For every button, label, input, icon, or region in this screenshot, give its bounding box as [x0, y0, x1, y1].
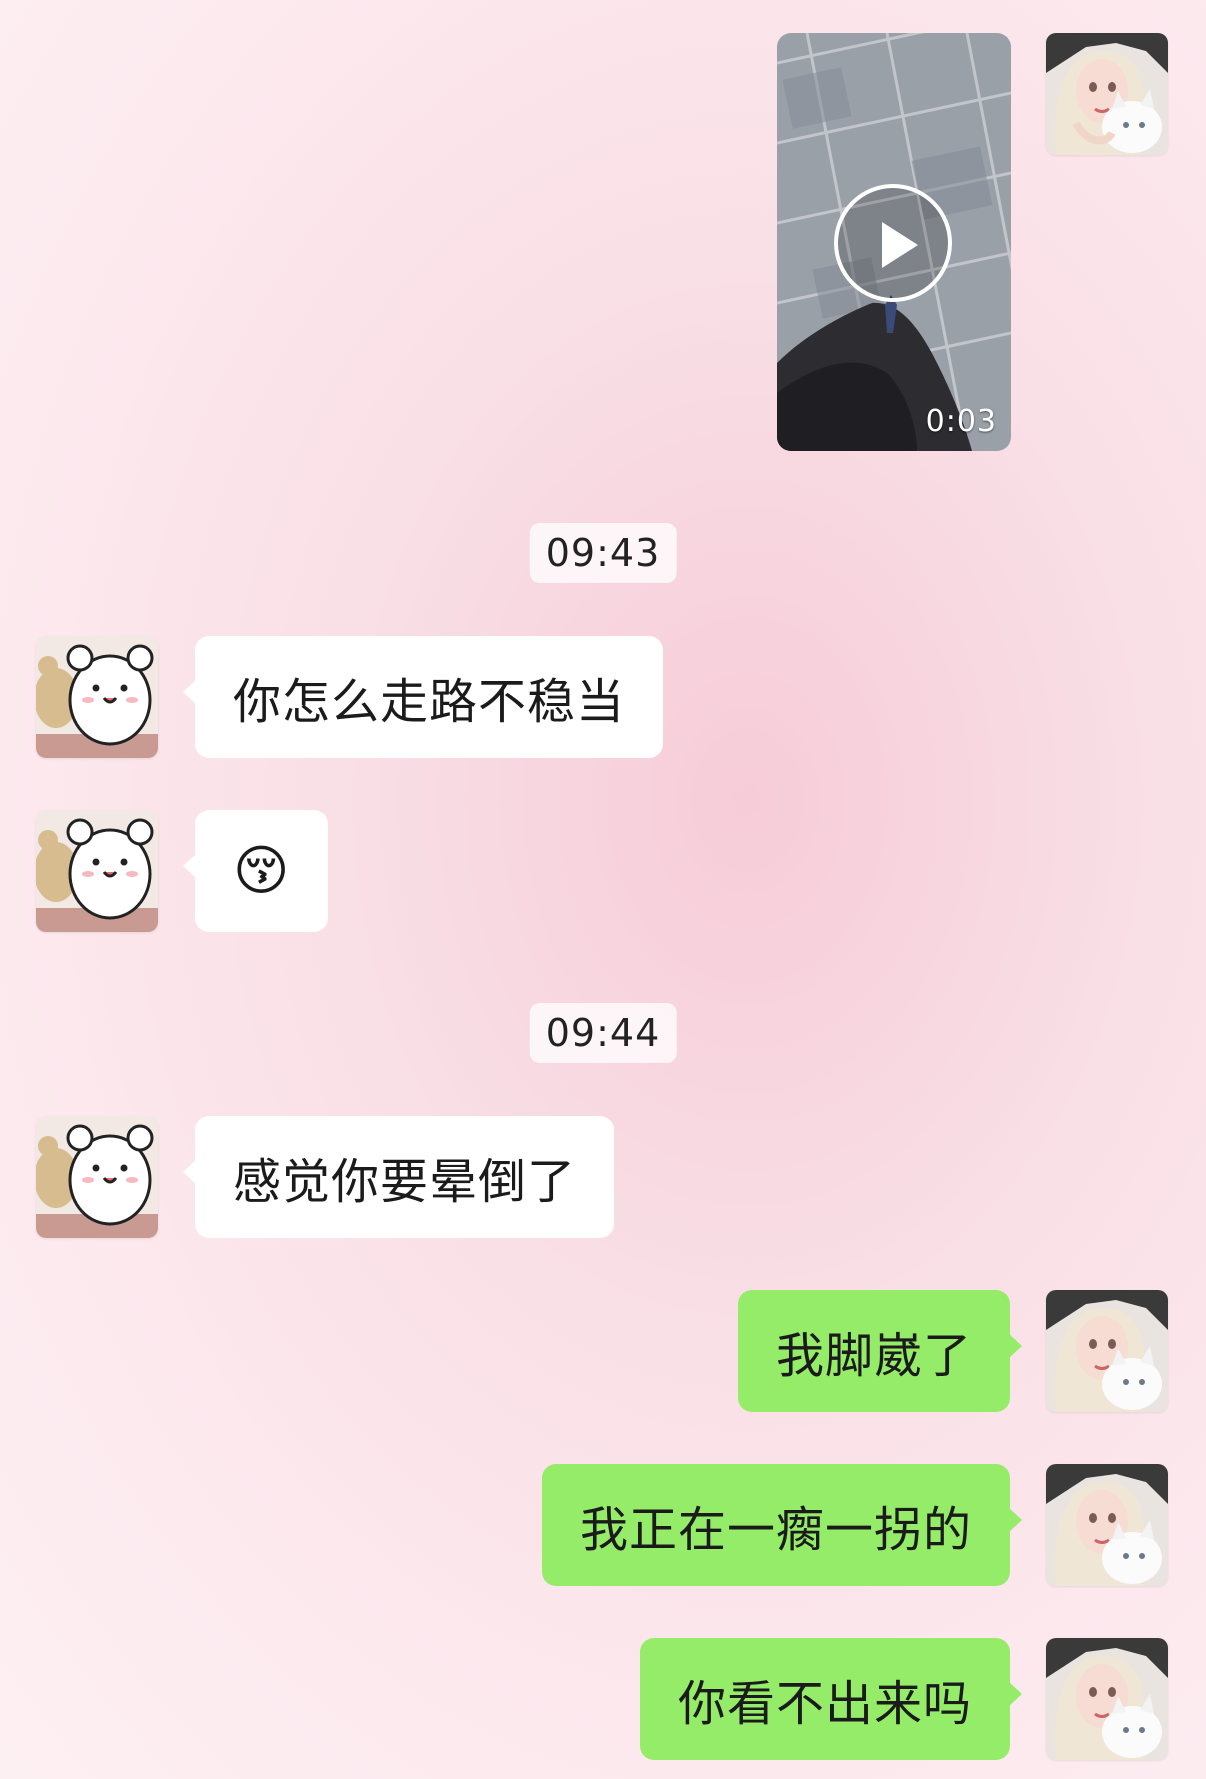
message-text: 感觉你要晕倒了	[233, 1154, 577, 1210]
timestamp: 09:43	[529, 523, 677, 583]
message-text: 我正在一瘸一拐的	[579, 1502, 972, 1558]
self-avatar[interactable]	[1046, 1290, 1168, 1412]
self-avatar[interactable]	[1046, 1464, 1168, 1586]
message-text: 我脚崴了	[775, 1328, 972, 1384]
timestamp: 09:44	[529, 1003, 677, 1063]
chat-window: 0:03 09:43 你怎么走路不稳当 😚 09:44 感觉你要晕倒了 我脚崴了…	[0, 0, 1206, 1779]
message-bubble-received[interactable]: 感觉你要晕倒了	[182, 1116, 615, 1238]
girl-with-cat-avatar-icon	[1046, 1464, 1168, 1586]
message-text: 你看不出来吗	[677, 1676, 972, 1732]
girl-with-cat-avatar-icon	[1046, 33, 1168, 155]
message-bubble-sent[interactable]: 我脚崴了	[737, 1290, 1023, 1412]
play-icon[interactable]	[834, 184, 952, 302]
bear-sticker-avatar-icon	[36, 810, 158, 932]
kissing-face-emoji: 😚	[233, 839, 291, 902]
message-text: 你怎么走路不稳当	[233, 674, 626, 730]
message-bubble-received[interactable]: 你怎么走路不稳当	[182, 636, 664, 758]
bear-sticker-avatar-icon	[36, 636, 158, 758]
message-bubble-received[interactable]: 😚	[182, 810, 329, 932]
message-bubble-sent[interactable]: 你看不出来吗	[639, 1638, 1023, 1760]
self-avatar[interactable]	[1046, 1638, 1168, 1760]
video-message[interactable]: 0:03	[777, 33, 1011, 451]
girl-with-cat-avatar-icon	[1046, 1638, 1168, 1760]
contact-avatar[interactable]	[36, 1116, 158, 1238]
message-bubble-sent[interactable]: 我正在一瘸一拐的	[541, 1464, 1023, 1586]
bear-sticker-avatar-icon	[36, 1116, 158, 1238]
video-duration: 0:03	[925, 404, 997, 439]
self-avatar[interactable]	[1046, 33, 1168, 155]
girl-with-cat-avatar-icon	[1046, 1290, 1168, 1412]
contact-avatar[interactable]	[36, 636, 158, 758]
contact-avatar[interactable]	[36, 810, 158, 932]
